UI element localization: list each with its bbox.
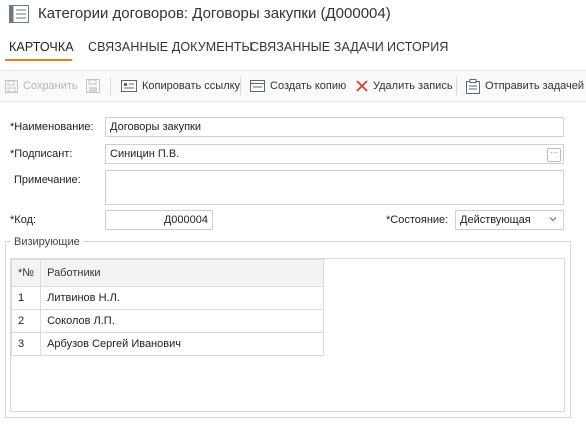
state-value: Действующая	[460, 214, 531, 226]
save-button-label: Сохранить	[23, 80, 78, 92]
create-copy-button[interactable]: Создать копию	[250, 71, 346, 101]
approvers-table: *№ Работники 1 Литвинов Н.Л. 2 Соколов Л…	[10, 259, 325, 356]
tab-history[interactable]: ИСТОРИЯ	[387, 40, 448, 54]
toolbar-divider	[456, 77, 457, 95]
table-header-row: *№ Работники	[10, 259, 325, 287]
tab-card[interactable]: КАРТОЧКА	[9, 40, 74, 54]
table-row[interactable]: 3 Арбузов Сергей Иванович	[10, 332, 325, 356]
delete-record-label: Удалить запись	[373, 80, 453, 92]
employee-name: Литвинов Н.Л.	[40, 286, 325, 310]
save-button[interactable]: Сохранить	[5, 71, 78, 101]
toolbar: Сохранить Копировать ссылку Создать копи…	[0, 70, 586, 102]
page-title: Категории договоров: Договоры закупки (Д…	[38, 5, 391, 22]
contract-category-card: Категории договоров: Договоры закупки (Д…	[0, 0, 586, 425]
toolbar-divider	[110, 77, 111, 95]
link-card-icon	[121, 80, 137, 92]
column-header-employees[interactable]: Работники	[40, 259, 325, 287]
signer-label: *Подписант:	[10, 148, 73, 160]
row-number: 3	[10, 332, 42, 356]
save-close-icon	[86, 79, 100, 93]
employee-name: Арбузов Сергей Иванович	[40, 332, 325, 356]
chevron-down-icon	[549, 217, 557, 222]
task-icon	[466, 78, 480, 94]
tab-bar: КАРТОЧКА СВЯЗАННЫЕ ДОКУМЕНТЫ СВЯЗАННЫЕ З…	[0, 36, 586, 62]
signer-picker-button[interactable]: ···	[547, 148, 561, 162]
signer-value: Синицин П.В.	[110, 148, 180, 160]
send-as-task-button[interactable]: Отправить задачей	[466, 71, 584, 101]
row-number: 1	[10, 286, 42, 310]
toolbar-divider	[240, 77, 241, 95]
note-textarea[interactable]	[105, 170, 564, 205]
copy-card-icon	[250, 80, 265, 92]
approvers-group-title: Визирующие	[11, 236, 83, 248]
name-label: *Наименование:	[10, 121, 94, 133]
save-close-button[interactable]	[86, 71, 105, 101]
create-copy-label: Создать копию	[270, 80, 347, 92]
copy-link-button[interactable]: Копировать ссылку	[121, 71, 240, 101]
note-label: Примечание:	[14, 174, 81, 186]
tab-related-documents[interactable]: СВЯЗАННЫЕ ДОКУМЕНТЫ	[88, 40, 253, 54]
header: Категории договоров: Договоры закупки (Д…	[0, 0, 586, 30]
table-row[interactable]: 1 Литвинов Н.Л.	[10, 286, 325, 310]
active-tab-indicator	[5, 59, 72, 61]
state-label: *Состояние:	[386, 214, 449, 226]
table-row[interactable]: 2 Соколов Л.П.	[10, 309, 325, 333]
document-list-icon	[9, 5, 29, 23]
state-select[interactable]: Действующая	[455, 210, 564, 230]
copy-link-label: Копировать ссылку	[142, 80, 241, 92]
save-icon	[5, 79, 18, 93]
name-field[interactable]: Договоры закупки	[105, 117, 564, 137]
delete-x-icon	[356, 80, 368, 92]
row-number: 2	[10, 309, 42, 333]
tab-related-tasks[interactable]: СВЯЗАННЫЕ ЗАДАЧИ	[250, 40, 384, 54]
column-header-number[interactable]: *№	[10, 259, 42, 287]
send-as-task-label: Отправить задачей	[485, 80, 585, 92]
code-label: *Код:	[10, 214, 37, 226]
code-field[interactable]: Д000004	[105, 210, 213, 230]
employee-name: Соколов Л.П.	[40, 309, 325, 333]
delete-record-button[interactable]: Удалить запись	[356, 71, 453, 101]
signer-field[interactable]: Синицин П.В. ···	[105, 144, 564, 164]
